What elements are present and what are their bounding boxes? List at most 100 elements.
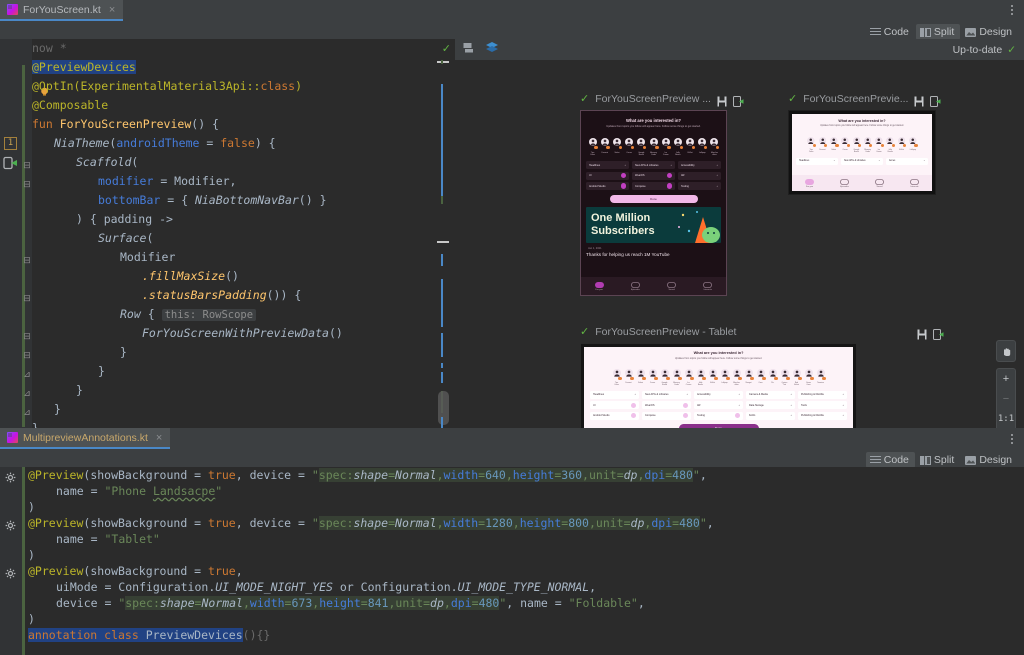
code-line[interactable]: } [32,343,433,362]
topic-avatar[interactable] [709,364,717,382]
topic-avatar[interactable] [613,364,621,382]
topic-avatar[interactable] [793,364,801,382]
topic-chip[interactable]: WearOS [632,172,675,180]
topic-avatar[interactable] [625,364,633,382]
add-topic-dot[interactable] [738,377,741,380]
topic-avatar[interactable] [745,364,753,382]
add-topic-dot[interactable] [667,146,670,149]
add-topic-dot[interactable] [835,144,838,147]
topic-avatar-item[interactable]: Memory Cards [863,131,873,154]
code-line[interactable]: NiaTheme(androidTheme = false) { [32,134,433,153]
add-topic-dot[interactable] [618,377,621,380]
topic-avatar-item[interactable]: Lollipop [908,131,918,154]
topic-avatar-item[interactable]: Cocoa [624,133,634,156]
fold-arrow[interactable]: ⊟ [23,294,31,302]
topic-chip[interactable]: AR+ [678,172,721,180]
code-line[interactable]: ) { padding -> [32,210,433,229]
code-line[interactable]: now * [32,39,433,58]
topic-avatar[interactable] [721,364,729,382]
editor-gutter[interactable] [0,467,22,655]
topic-avatar-item[interactable]: Memory Cards [649,133,659,156]
deploy-to-device-icon[interactable] [933,327,943,338]
code-line[interactable]: @Composable [32,96,433,115]
add-topic-dot[interactable] [704,146,707,149]
add-topic-dot[interactable] [822,377,825,380]
topic-chip[interactable]: Kotlin+ [746,412,795,420]
topic-chip[interactable]: Android Studio [590,412,639,420]
topic-chip-checked-icon[interactable] [683,413,688,418]
topic-avatar[interactable] [733,364,741,382]
editor-gutter[interactable] [0,39,22,431]
topic-chip-checked-icon[interactable] [667,183,672,188]
topic-avatar-item[interactable]: Red Velvet [792,364,802,387]
add-topic-dot[interactable] [630,377,633,380]
mode-split-button[interactable]: Split [916,452,960,468]
topic-avatar-item[interactable]: Nougat [744,364,754,387]
close-icon[interactable]: × [156,432,162,444]
topic-avatar-item[interactable]: Safari [636,364,646,387]
topic-avatar[interactable] [673,364,681,382]
add-topic-dot[interactable] [810,377,813,380]
preview-item-1[interactable]: ✓ ForYouScreenPreview ... What are you i… [580,92,743,296]
add-topic-dot[interactable] [798,377,801,380]
add-topic-dot[interactable] [847,144,850,147]
topic-chip-grid[interactable]: Headlines+New APIs & Libraries+Acces+ [792,158,932,165]
topic-chip-add-icon[interactable]: + [791,414,792,417]
topic-avatar[interactable] [710,133,718,151]
topic-chip-add-icon[interactable]: + [717,174,718,177]
topic-chip[interactable]: Android Studio [586,182,629,190]
deploy-to-device-icon[interactable] [930,94,940,105]
topic-avatar[interactable] [613,133,621,151]
preview-canvas[interactable]: ✓ ForYouScreenPreview ... What are you i… [455,60,1024,431]
add-topic-dot[interactable] [813,144,816,147]
add-topic-dot[interactable] [858,144,861,147]
code-line[interactable]: Scaffold( [32,153,433,172]
topic-chip-add-icon[interactable]: + [834,160,835,162]
preview-item-3[interactable]: ✓ ForYouScreenPreview - Tablet What are … [580,325,943,431]
add-topic-dot[interactable] [702,377,705,380]
fold-arrow[interactable]: ⊟ [23,161,31,169]
add-topic-dot[interactable] [726,377,729,380]
topic-avatar-item[interactable]: Google Brand [636,133,646,156]
topic-chip[interactable]: Tools+ [798,401,847,409]
code-line[interactable]: ) [28,547,1024,563]
topic-avatar[interactable] [817,364,825,382]
code-line[interactable]: device = "spec:shape=Normal,width=673,he… [28,595,1024,611]
topic-chip[interactable]: Publishing & Distribu+ [798,412,847,420]
topic-chip-add-icon[interactable]: + [843,414,844,417]
topic-chip[interactable]: New APIs & Libraries+ [642,391,691,399]
save-to-file-icon[interactable] [917,327,927,338]
topic-avatar-item[interactable]: Dessert [818,131,828,154]
topic-avatar[interactable] [661,364,669,382]
tab-foryouscreen-kt[interactable]: ForYouScreen.kt × [0,0,123,21]
bottom-nav-item[interactable]: Episodes [617,277,653,295]
pan-hand-icon[interactable] [996,341,1016,361]
topic-chip-add-icon[interactable]: + [635,393,636,396]
bottom-nav-item[interactable]: Interests [690,277,726,295]
topic-avatar-item[interactable]: Marshm allow [709,133,719,156]
code-line[interactable]: .statusBarsPadding()) { [32,286,433,305]
topic-chip-add-icon[interactable]: + [739,393,740,396]
topic-chip-add-icon[interactable]: + [717,185,718,188]
topic-avatar[interactable] [698,133,706,151]
mode-code-button[interactable]: Code [866,452,915,468]
topic-chip[interactable]: UI [590,401,639,409]
topic-chip-add-icon[interactable]: + [879,160,880,162]
topic-avatar-item[interactable]: Tips Coins [612,364,622,387]
topic-chip[interactable]: New APIs & Libraries+ [841,158,883,165]
kebab-menu-icon[interactable] [1004,430,1020,448]
topic-avatar-item[interactable]: Cocoa [840,131,850,154]
add-topic-dot[interactable] [680,146,683,149]
add-topic-dot[interactable] [606,146,609,149]
save-to-file-icon[interactable] [717,94,727,105]
bottom-code-editor[interactable]: @Preview(showBackground = true, device =… [0,467,1024,655]
bottom-nav-item[interactable]: Saved [654,277,690,295]
zoom-in-button[interactable]: + [996,369,1016,389]
add-topic-dot[interactable] [642,377,645,380]
kebab-menu-icon[interactable] [1004,1,1020,19]
topic-avatar[interactable] [601,133,609,151]
add-topic-dot[interactable] [892,144,895,147]
preview-zoom-tools[interactable]: + − 1:1 [996,340,1016,431]
topic-avatar-item[interactable]: Lollipop [697,133,707,156]
topic-avatars-row[interactable]: Tips CoinsDessertSafariCocoaGoogle Brand… [581,133,726,156]
